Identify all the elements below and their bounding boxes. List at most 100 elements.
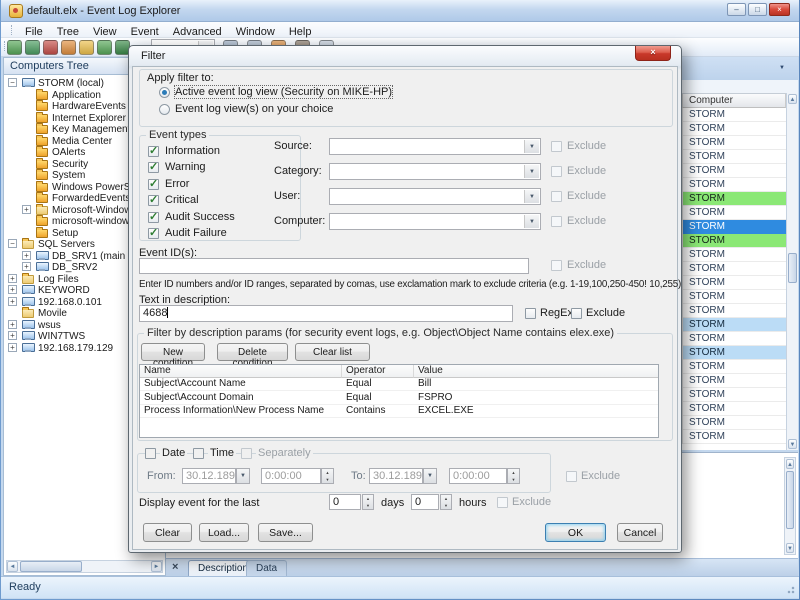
new-condition-button[interactable]: New condition: [141, 343, 205, 361]
tree-item-label[interactable]: Internet Explorer: [52, 113, 126, 124]
menu-item-event[interactable]: Event: [124, 25, 166, 39]
column-name[interactable]: Name: [140, 365, 342, 378]
tree-item-label[interactable]: KEYWORD: [38, 285, 90, 296]
tree-item-label[interactable]: DB_SRV2: [52, 262, 97, 273]
event-row[interactable]: STORM: [683, 290, 786, 304]
chevron-down-icon[interactable]: ▼: [524, 165, 539, 178]
condition-row[interactable]: Subject\Account NameEqualBill: [140, 378, 658, 391]
open-folder-icon[interactable]: [79, 40, 94, 55]
computer-combo[interactable]: ▼: [329, 213, 541, 230]
chevron-down-icon[interactable]: ▼: [524, 140, 539, 153]
expander-icon[interactable]: +: [22, 205, 31, 214]
event-row[interactable]: STORM: [683, 276, 786, 290]
event-row[interactable]: STORM: [683, 318, 786, 332]
open-remote-log-icon[interactable]: [25, 40, 40, 55]
event-row[interactable]: STORM: [683, 220, 786, 234]
event-type-checkbox-audit-failure[interactable]: [148, 228, 159, 239]
tree-item-label[interactable]: Microsoft-Windows: [52, 205, 136, 216]
event-type-checkbox-warning[interactable]: [148, 162, 159, 173]
chevron-down-icon[interactable]: ▼: [524, 215, 539, 228]
event-row[interactable]: STORM: [683, 262, 786, 276]
save-button[interactable]: Save...: [258, 523, 313, 542]
event-row[interactable]: STORM: [683, 416, 786, 430]
separately-checkbox[interactable]: [241, 448, 252, 459]
scroll-up-icon[interactable]: ▲: [786, 459, 794, 469]
radio-active-view-label[interactable]: Active event log view (Security on MIKE-…: [175, 86, 392, 98]
menu-item-window[interactable]: Window: [229, 25, 282, 39]
scroll-down-icon[interactable]: ▼: [786, 543, 794, 553]
category-exclude-checkbox[interactable]: [551, 166, 562, 177]
event-row[interactable]: STORM: [683, 332, 786, 346]
tree-item-label[interactable]: Setup: [52, 228, 78, 239]
maximize-button[interactable]: □: [748, 3, 767, 16]
user-combo[interactable]: ▼: [329, 188, 541, 205]
tree-item-label[interactable]: Movile: [38, 308, 67, 319]
column-operator[interactable]: Operator: [342, 365, 414, 378]
tree-item-label[interactable]: HardwareEvents: [52, 101, 126, 112]
tree-horizontal-scrollbar[interactable]: ◄ ►: [6, 560, 163, 573]
expander-icon[interactable]: +: [8, 320, 17, 329]
display-last-exclude-checkbox[interactable]: [497, 497, 508, 508]
event-type-checkbox-error[interactable]: [148, 179, 159, 190]
event-type-checkbox-audit-success[interactable]: [148, 212, 159, 223]
event-row[interactable]: STORM: [683, 122, 786, 136]
expander-icon[interactable]: −: [8, 239, 17, 248]
scrollbar-thumb[interactable]: [786, 471, 794, 529]
event-type-checkbox-information[interactable]: [148, 146, 159, 157]
condition-row[interactable]: Subject\Account DomainEqualFSPRO: [140, 392, 658, 405]
expander-icon[interactable]: +: [22, 251, 31, 260]
cancel-button[interactable]: Cancel: [617, 523, 663, 542]
event-row[interactable]: STORM: [683, 346, 786, 360]
close-pane-icon[interactable]: ×: [172, 561, 178, 573]
expander-icon[interactable]: +: [8, 331, 17, 340]
text-description-input[interactable]: 4688: [139, 305, 513, 322]
clear-list-button[interactable]: Clear list: [295, 343, 370, 361]
ok-button[interactable]: OK: [545, 523, 606, 542]
event-row[interactable]: STORM: [683, 178, 786, 192]
from-time-spinner[interactable]: ▲▼: [321, 468, 334, 484]
tree-item-label[interactable]: 192.168.179.129: [38, 343, 113, 354]
event-row[interactable]: STORM: [683, 192, 786, 206]
category-combo[interactable]: ▼: [329, 163, 541, 180]
tree-item-label[interactable]: Media Center: [52, 136, 112, 147]
source-combo[interactable]: ▼: [329, 138, 541, 155]
tree-item-label[interactable]: wsus: [38, 320, 61, 331]
regexp-checkbox[interactable]: [525, 308, 536, 319]
tree-item-label[interactable]: 192.168.0.101: [38, 297, 102, 308]
chevron-down-icon[interactable]: ▼: [524, 190, 539, 203]
condition-row[interactable]: Process Information\New Process NameCont…: [140, 405, 658, 418]
radio-views-choice-label[interactable]: Event log view(s) on your choice: [175, 103, 333, 115]
open-log-file-icon[interactable]: [7, 40, 22, 55]
event-list-vertical-scrollbar[interactable]: ▲ ▼: [786, 93, 798, 450]
hours-spinner[interactable]: ▲▼: [440, 494, 452, 510]
tree-item-label[interactable]: System: [52, 170, 85, 181]
close-button[interactable]: ×: [769, 3, 790, 16]
load-button[interactable]: Load...: [199, 523, 249, 542]
chevron-down-icon[interactable]: ▼: [772, 61, 792, 76]
minimize-button[interactable]: –: [727, 3, 746, 16]
tree-item-label[interactable]: OAlerts: [52, 147, 85, 158]
close-log-icon[interactable]: [43, 40, 58, 55]
event-row[interactable]: STORM: [683, 430, 786, 444]
expander-icon[interactable]: +: [8, 343, 17, 352]
menu-item-file[interactable]: File: [18, 25, 50, 39]
event-ids-exclude-checkbox[interactable]: [551, 260, 562, 271]
text-exclude-checkbox[interactable]: [571, 308, 582, 319]
scrollbar-thumb[interactable]: [788, 253, 797, 283]
from-date-input[interactable]: 30.12.1899: [182, 468, 236, 484]
radio-active-view[interactable]: [159, 87, 170, 98]
menu-item-advanced[interactable]: Advanced: [166, 25, 229, 39]
event-row[interactable]: STORM: [683, 234, 786, 248]
menu-item-help[interactable]: Help: [282, 25, 319, 39]
tab-data[interactable]: Data: [246, 560, 287, 577]
event-row[interactable]: STORM: [683, 304, 786, 318]
from-date-dropdown-icon[interactable]: ▼: [236, 468, 250, 484]
event-row[interactable]: STORM: [683, 388, 786, 402]
event-row[interactable]: STORM: [683, 150, 786, 164]
source-exclude-checkbox[interactable]: [551, 141, 562, 152]
event-row[interactable]: STORM: [683, 136, 786, 150]
column-header-computer[interactable]: Computer: [682, 94, 786, 108]
title-bar[interactable]: default.elx - Event Log Explorer – □ ×: [1, 0, 799, 22]
expander-icon[interactable]: +: [8, 297, 17, 306]
days-spinner[interactable]: ▲▼: [362, 494, 374, 510]
